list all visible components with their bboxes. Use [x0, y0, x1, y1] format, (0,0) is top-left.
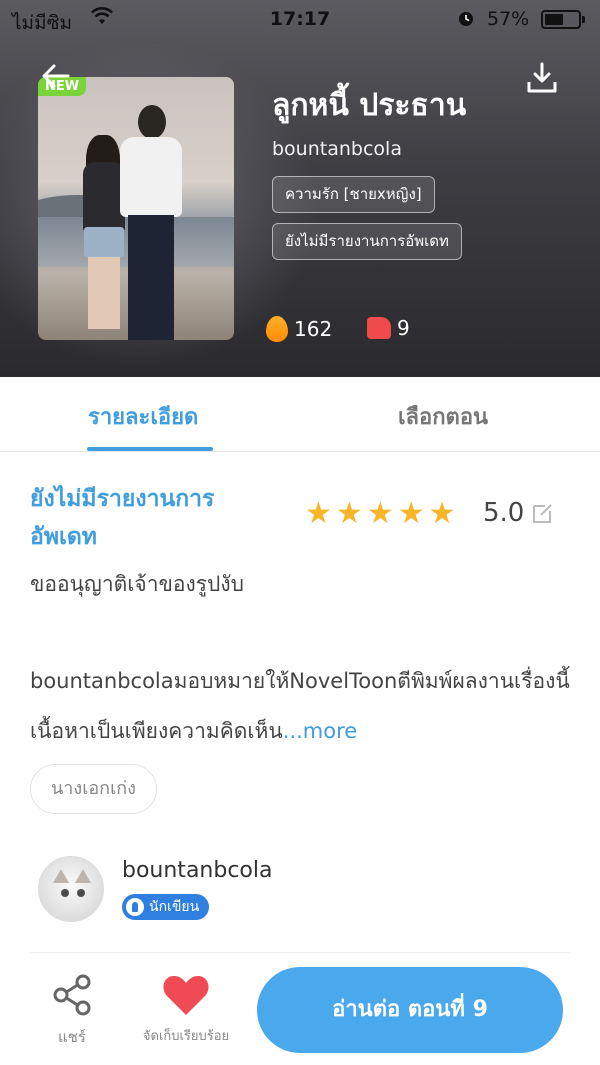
divider — [30, 952, 570, 953]
genre-tag[interactable]: นางเอกเก่ง — [30, 764, 157, 814]
active-tab-indicator — [87, 447, 213, 451]
description-line-1: ขออนุญาติเจ้าของรูปงับ — [30, 572, 244, 596]
continue-reading-button[interactable]: อ่านต่อ ตอนที่ 9 — [257, 967, 563, 1053]
more-link[interactable]: ...more — [283, 719, 357, 743]
share-icon — [53, 974, 91, 1016]
rating-stars: ★ ★ ★ ★ ★ — [305, 498, 456, 530]
avatar[interactable] — [38, 856, 104, 922]
rating-value: 5.0 — [483, 498, 525, 528]
pen-icon — [126, 898, 144, 916]
star-icon: ★ — [397, 496, 425, 531]
star-icon: ★ — [366, 496, 394, 531]
author-card[interactable]: bountanbcola นักเขียน — [30, 850, 570, 930]
back-button[interactable] — [38, 58, 78, 98]
book-author[interactable]: bountanbcola — [272, 138, 402, 160]
description-text: bountanbcolaมอบหมายให้NovelToonตีพิมพ์ผล… — [30, 656, 570, 756]
battery-percent: 57% — [487, 8, 530, 30]
collect-button[interactable]: จัดเก็บเรียบร้อย — [132, 973, 240, 1046]
writer-badge-label: นักเขียน — [149, 899, 200, 915]
star-icon: ★ — [335, 496, 363, 531]
share-label: แชร์ — [58, 1028, 86, 1046]
tab-bar: รายละเอียด เลือกตอน — [0, 377, 600, 452]
status-bar: ไม่มีซิม 17:17 57% — [0, 0, 600, 38]
edit-icon[interactable] — [531, 501, 555, 525]
star-icon: ★ — [428, 496, 456, 531]
popularity-stat: 162 — [266, 316, 332, 342]
heart-icon — [163, 976, 209, 1015]
star-icon: ★ — [305, 496, 332, 531]
likes-count: 9 — [397, 316, 410, 340]
book-title: ลูกหนี้ ประธาน — [272, 88, 467, 123]
book-cover-image[interactable] — [38, 77, 234, 340]
collect-label: จัดเก็บเรียบร้อย — [142, 1029, 230, 1044]
author-name[interactable]: bountanbcola — [122, 858, 272, 883]
alarm-icon — [456, 8, 476, 33]
popularity-count: 162 — [294, 317, 333, 341]
share-button[interactable]: แชร์ — [40, 973, 104, 1049]
tab-details[interactable]: รายละเอียด — [88, 399, 198, 434]
fire-icon — [266, 316, 288, 342]
tag-genre[interactable]: ความรัก [ชายxหญิง] — [272, 176, 435, 213]
book-header: ไม่มีซิม 17:17 57% NEW ลูกหนี้ ประธาน bo… — [0, 0, 600, 377]
battery-icon — [541, 10, 585, 29]
writer-badge: นักเขียน — [122, 894, 210, 920]
tag-update-status[interactable]: ยังไม่มีรายงานการอัพเดท — [272, 223, 462, 260]
likes-stat: 9 — [367, 316, 410, 340]
tab-episodes[interactable]: เลือกตอน — [398, 399, 488, 434]
update-status: ยังไม่มีรายงานการอัพเดท — [30, 486, 215, 550]
bottom-action-bar: แชร์ จัดเก็บเรียบร้อย อ่านต่อ ตอนที่ 9 — [0, 955, 600, 1065]
thumbs-up-icon — [367, 317, 391, 339]
back-arrow-icon — [42, 64, 70, 88]
